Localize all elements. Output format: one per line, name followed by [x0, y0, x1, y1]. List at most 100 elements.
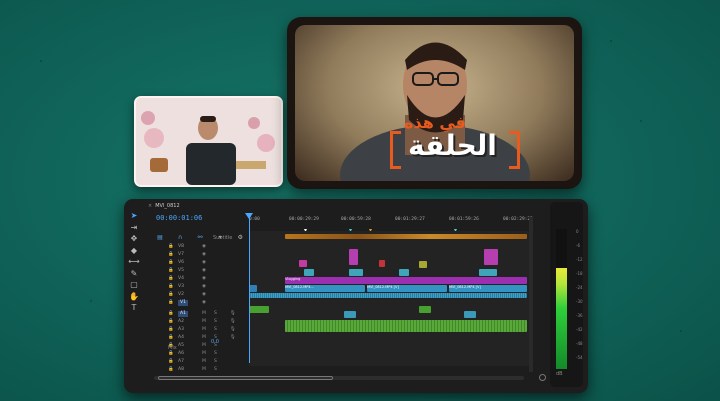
lock-icon[interactable]: 🔒: [168, 367, 174, 372]
mic-icon[interactable]: 🎙: [230, 311, 236, 316]
type-tool-icon[interactable]: T: [128, 303, 140, 313]
lock-icon[interactable]: 🔒: [168, 319, 174, 324]
lock-icon[interactable]: 🔒: [168, 359, 174, 364]
linked-selection-icon[interactable]: ⚯: [195, 234, 205, 242]
track-header-v1[interactable]: 🔒 V1 ◉: [168, 300, 248, 308]
track-header-v5[interactable]: 🔒 V5 ◉: [168, 268, 248, 276]
audio-clip[interactable]: [419, 306, 431, 313]
mute-icon[interactable]: M: [202, 367, 206, 372]
eye-icon[interactable]: ◉: [202, 300, 206, 305]
music-clip[interactable]: [285, 320, 527, 332]
track-header-v8[interactable]: 🔒 V8 ◉: [168, 244, 248, 252]
timeline-clip[interactable]: [299, 260, 307, 267]
timeline-clip-v1[interactable]: MVI_0812.MP4 [V]: [367, 285, 447, 292]
track-header-v4[interactable]: 🔒 V4 ◉: [168, 276, 248, 284]
pen-tool-icon[interactable]: ✎: [128, 269, 140, 279]
settings-wrench-icon[interactable]: ⚙: [235, 234, 245, 242]
mute-icon[interactable]: M: [202, 351, 206, 356]
lock-icon[interactable]: 🔒: [168, 351, 174, 356]
solo-icon[interactable]: S: [214, 351, 217, 356]
mute-icon[interactable]: M: [202, 335, 206, 340]
timeline-tracks-area[interactable]: Vlogging MVI_0812.MP4... MVI_0812.MP4 [V…: [249, 231, 529, 366]
track-header-a8[interactable]: 🔒 A8 M S: [168, 367, 248, 375]
timeline-clip[interactable]: [379, 260, 385, 267]
solo-icon[interactable]: S: [214, 319, 217, 324]
ripple-edit-tool-icon[interactable]: ✥: [128, 234, 140, 244]
razor-tool-icon[interactable]: ◆: [128, 246, 140, 256]
sequence-tab[interactable]: × MVI_0812: [148, 203, 180, 209]
mute-icon[interactable]: M: [202, 311, 206, 316]
eye-icon[interactable]: ◉: [202, 244, 206, 249]
hand-tool-icon[interactable]: ✋: [128, 292, 140, 302]
audio-clip[interactable]: [344, 311, 356, 318]
lock-icon[interactable]: 🔒: [168, 335, 174, 340]
lock-icon[interactable]: 🔒: [168, 276, 174, 281]
zoom-handle[interactable]: [539, 374, 546, 381]
eye-icon[interactable]: ◉: [202, 276, 206, 281]
eye-icon[interactable]: ◉: [202, 260, 206, 265]
selection-tool-icon[interactable]: ➤: [128, 211, 140, 221]
rectangle-tool-icon[interactable]: ▢: [128, 280, 140, 290]
lock-icon[interactable]: 🔒: [168, 284, 174, 289]
timeline-clip[interactable]: [349, 249, 358, 265]
mic-icon[interactable]: 🎙: [230, 327, 236, 332]
track-header-a5[interactable]: 🔒 A5 M S: [168, 343, 248, 351]
lock-icon[interactable]: 🔒: [168, 260, 174, 265]
lock-icon[interactable]: 🔒: [168, 252, 174, 257]
lock-icon[interactable]: 🔒: [168, 292, 174, 297]
lock-icon[interactable]: 🔒: [168, 268, 174, 273]
audio-clip-a1[interactable]: [249, 293, 527, 298]
timeline-clip[interactable]: [249, 285, 257, 292]
mute-icon[interactable]: M: [202, 327, 206, 332]
solo-icon[interactable]: S: [214, 359, 217, 364]
timeline-clip-vlogging[interactable]: Vlogging: [285, 277, 527, 284]
solo-icon[interactable]: S: [214, 327, 217, 332]
eye-icon[interactable]: ◉: [202, 292, 206, 297]
lock-icon[interactable]: 🔒: [168, 244, 174, 249]
timeline-clip[interactable]: [304, 269, 314, 276]
close-tab-icon[interactable]: ×: [148, 203, 152, 209]
snap-icon[interactable]: ∩: [175, 234, 185, 242]
track-header-v7[interactable]: 🔒 V7 ◉: [168, 252, 248, 260]
track-header-v3[interactable]: 🔒 V3 ◉: [168, 284, 248, 292]
track-header-v2[interactable]: 🔒 V2 ◉: [168, 292, 248, 300]
scrollbar-thumb[interactable]: [158, 376, 333, 380]
lock-icon[interactable]: 🔒: [168, 327, 174, 332]
audio-clip[interactable]: [464, 311, 476, 318]
mute-icon[interactable]: M: [202, 319, 206, 324]
track-header-a1[interactable]: 🔒 A1 M S 🎙: [168, 311, 248, 319]
track-select-tool-icon[interactable]: ⇥: [128, 223, 140, 233]
playhead-timecode[interactable]: 00:00:01:06: [156, 214, 202, 222]
nest-icon[interactable]: ▤: [155, 234, 165, 242]
track-header-a4[interactable]: 🔒 A4 M S 🎙: [168, 335, 248, 343]
eye-icon[interactable]: ◉: [202, 252, 206, 257]
audio-clip[interactable]: [249, 306, 269, 313]
track-header-a2[interactable]: 🔒 A2 M S 🎙: [168, 319, 248, 327]
timeline-clip[interactable]: [479, 269, 497, 276]
playhead-line[interactable]: [249, 215, 250, 363]
time-ruler[interactable]: 0:00 00:00:29:29 00:00:59:28 00:01:29:27…: [249, 217, 533, 234]
slip-tool-icon[interactable]: ⟷: [128, 257, 140, 267]
eye-icon[interactable]: ◉: [202, 268, 206, 273]
mic-icon[interactable]: 🎙: [230, 319, 236, 324]
track-header-a3[interactable]: 🔒 A3 M S 🎙: [168, 327, 248, 335]
timeline-clip[interactable]: [349, 269, 363, 276]
track-header-a7[interactable]: 🔒 A7 M S: [168, 359, 248, 367]
subtitle-clips[interactable]: [285, 234, 527, 239]
track-header-a6[interactable]: 🔒 A6 M S: [168, 351, 248, 359]
lock-icon[interactable]: 🔒: [168, 300, 174, 305]
timeline-clip-v1[interactable]: MVI_0812.MP4...: [285, 285, 365, 292]
lock-icon[interactable]: 🔒: [168, 311, 174, 316]
mute-icon[interactable]: M: [202, 359, 206, 364]
mix-value[interactable]: 0.0: [211, 339, 219, 345]
track-header-v6[interactable]: 🔒 V6 ◉: [168, 260, 248, 268]
horizontal-scrollbar[interactable]: [154, 376, 524, 380]
mic-icon[interactable]: 🎙: [230, 335, 236, 340]
eye-icon[interactable]: ◉: [202, 284, 206, 289]
solo-icon[interactable]: S: [214, 367, 217, 372]
mute-icon[interactable]: M: [202, 343, 206, 348]
timeline-clip[interactable]: [419, 261, 427, 268]
solo-icon[interactable]: S: [214, 311, 217, 316]
vertical-scrollbar[interactable]: [529, 217, 533, 372]
timeline-clip-v1[interactable]: MVI_0812.MP4 [V]: [449, 285, 527, 292]
